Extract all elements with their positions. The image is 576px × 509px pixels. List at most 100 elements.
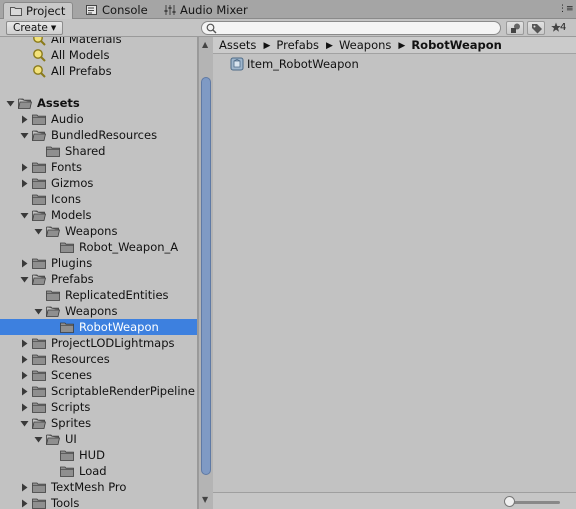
folder-icon [32,162,46,173]
folder-icon [10,7,22,16]
collapsed-arrow-icon[interactable] [20,371,29,380]
search-by-label-button[interactable] [527,21,545,35]
tree-item[interactable]: Weapons [0,223,197,239]
window-tab-strip: Project Console Audio Mixer ⋮≡ [0,0,576,19]
collapsed-arrow-icon[interactable] [20,115,29,124]
collapsed-arrow-icon[interactable] [20,259,29,268]
folder-icon [32,482,46,493]
tree-item[interactable]: Scenes [0,367,197,383]
tree-item[interactable]: Assets [0,95,197,111]
tab-project[interactable]: Project [3,2,73,19]
tab-audio-mixer[interactable]: Audio Mixer [158,2,254,19]
tree-item[interactable]: Icons [0,191,197,207]
tree-vertical-scrollbar[interactable]: ▲ ▼ [198,37,213,509]
tree-item[interactable]: All Prefabs [0,63,197,79]
collapsed-arrow-icon[interactable] [20,339,29,348]
tree-item[interactable]: Audio [0,111,197,127]
tree-item[interactable]: All Materials [0,37,197,47]
breadcrumb-item-assets[interactable]: Assets [219,37,256,54]
icon-size-slider[interactable] [508,501,560,504]
expanded-arrow-icon[interactable] [20,275,29,284]
collapsed-arrow-icon[interactable] [20,387,29,396]
tree-item[interactable]: RobotWeapon [0,319,197,335]
tree-item-label: Fonts [51,160,83,174]
tree-item[interactable]: ScriptableRenderPipeline [0,383,197,399]
tree-item[interactable]: UI [0,431,197,447]
open-folder-icon [32,130,46,141]
folder-icon [46,146,60,157]
collapsed-arrow-icon[interactable] [20,483,29,492]
panel-menu-icon[interactable]: ⋮≡ [558,3,574,15]
create-dropdown-button[interactable]: Create ▼ [6,21,64,35]
breadcrumb-item-robotweapon[interactable]: RobotWeapon [411,37,502,54]
search-input[interactable] [201,21,501,35]
tree-item-label: Load [79,464,107,478]
asset-content-pane: Assets ▶ Prefabs ▶ Weapons ▶ RobotWeapon Item_… [213,37,576,509]
collapsed-arrow-icon[interactable] [20,403,29,412]
search-icon [206,23,217,34]
tree-item[interactable]: HUD [0,447,197,463]
breadcrumb-item-prefabs[interactable]: Prefabs [276,37,319,54]
folder-icon [60,242,74,253]
tree-item[interactable]: Robot_Weapon_A [0,239,197,255]
tree-item-label: Scenes [51,368,93,382]
expanded-arrow-icon[interactable] [34,435,43,444]
expanded-arrow-icon[interactable] [20,419,29,428]
collapsed-arrow-icon[interactable] [20,499,29,508]
tree-item[interactable]: Load [0,463,197,479]
collapsed-arrow-icon[interactable] [20,355,29,364]
icon-size-slider-handle[interactable] [504,496,515,507]
collapsed-arrow-icon[interactable] [20,179,29,188]
tree-item-label: Resources [51,352,110,366]
tree-item[interactable]: Tools [0,495,197,509]
expanded-arrow-icon[interactable] [6,99,15,108]
folder-icon [32,258,46,269]
tree-item[interactable]: BundledResources [0,127,197,143]
tree-item-label: Weapons [65,224,118,238]
tree-item-label: Scripts [51,400,91,414]
scroll-up-icon[interactable]: ▲ [202,40,208,49]
tree-item[interactable]: TextMesh Pro [0,479,197,495]
tree-item[interactable]: Plugins [0,255,197,271]
folder-icon [32,114,46,125]
tree-item[interactable]: Shared [0,143,197,159]
tree-item-label: All Materials [51,37,122,46]
expanded-arrow-icon[interactable] [34,227,43,236]
tree-item-label: All Models [51,48,110,62]
tab-console-label: Console [102,3,148,17]
search-by-type-button[interactable] [506,21,524,35]
tab-audio-mixer-label: Audio Mixer [180,3,248,17]
tree-item[interactable]: Gizmos [0,175,197,191]
tree-item[interactable]: ProjectLODLightmaps [0,335,197,351]
open-folder-icon [46,226,60,237]
tab-console[interactable]: Console [80,2,152,19]
tree-item[interactable]: Models [0,207,197,223]
tree-item[interactable]: Sprites [0,415,197,431]
tree-item[interactable]: Scripts [0,399,197,415]
scroll-down-icon[interactable]: ▼ [202,495,208,504]
open-folder-icon [32,418,46,429]
tree-item-label: ScriptableRenderPipeline [51,384,195,398]
folder-icon [32,498,46,509]
tree-item[interactable]: Weapons [0,303,197,319]
tree-item[interactable]: Fonts [0,159,197,175]
favorite-search-button[interactable] [548,21,561,35]
tree-item[interactable]: ReplicatedEntities [0,287,197,303]
folder-icon [46,290,60,301]
tree-item-label: Plugins [51,256,93,270]
open-folder-icon [46,306,60,317]
folder-icon [32,370,46,381]
expanded-arrow-icon[interactable] [20,211,29,220]
expanded-arrow-icon[interactable] [34,307,43,316]
tree-item-label: Models [51,208,92,222]
create-label: Create [13,22,48,34]
tree-item[interactable]: Prefabs [0,271,197,287]
folder-icon [32,386,46,397]
collapsed-arrow-icon[interactable] [20,163,29,172]
tree-item[interactable]: All Models [0,47,197,63]
folder-icon [60,450,74,461]
tree-item[interactable]: Resources [0,351,197,367]
expanded-arrow-icon[interactable] [20,131,29,140]
breadcrumb-item-weapons[interactable]: Weapons [339,37,391,54]
scrollbar-thumb[interactable] [201,77,211,475]
